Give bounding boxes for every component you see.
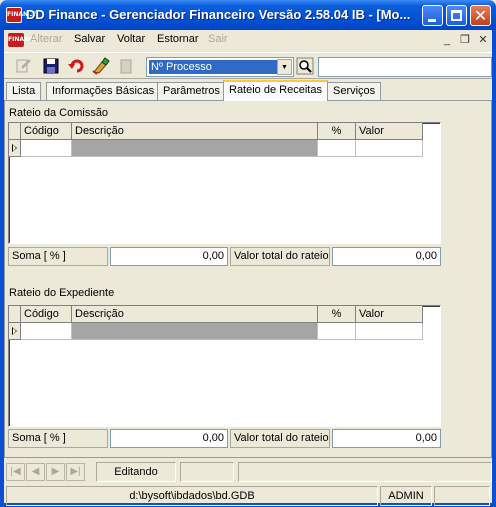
status-user: ADMIN xyxy=(380,486,432,506)
app-icon[interactable]: FINANCE xyxy=(6,7,37,23)
tab-informacoes-basicas[interactable]: Informações Básicas xyxy=(46,82,161,100)
navigator-bar: |◀ ◀ ▶ ▶| Editando xyxy=(4,460,492,484)
status-cell-empty-2 xyxy=(238,462,492,482)
window-frame-right xyxy=(492,30,496,507)
cell-valor[interactable] xyxy=(356,140,423,157)
minimize-icon xyxy=(428,19,436,22)
mdi-restore-icon[interactable]: ❐ xyxy=(458,33,472,47)
row-indicator[interactable] xyxy=(9,140,21,157)
comissao-total-label: Valor total do rateio xyxy=(230,247,330,266)
column-header-descricao[interactable]: Descrição xyxy=(72,123,318,140)
close-icon: ✕ xyxy=(473,6,488,25)
undo-icon[interactable] xyxy=(68,57,86,75)
row-indicator[interactable] xyxy=(9,323,21,340)
menu-sair[interactable]: Sair xyxy=(208,33,228,45)
chevron-down-icon[interactable]: ▼ xyxy=(277,59,292,75)
first-record-icon[interactable]: |◀ xyxy=(6,463,25,481)
status-cell-empty-3 xyxy=(434,486,490,506)
last-record-icon[interactable]: ▶| xyxy=(66,463,85,481)
tab-parametros[interactable]: Parâmetros xyxy=(157,82,226,100)
row-pointer-icon xyxy=(12,144,17,152)
expediente-title: Rateio do Expediente xyxy=(9,287,115,299)
tab-lista[interactable]: Lista xyxy=(6,82,42,100)
expediente-total-label: Valor total do rateio xyxy=(230,429,330,448)
edit-icon[interactable] xyxy=(14,57,32,75)
process-select-value: Nº Processo xyxy=(149,60,277,74)
expediente-total-field[interactable]: 0,00 xyxy=(332,429,441,448)
cell-valor[interactable] xyxy=(356,323,423,340)
expediente-soma-field[interactable]: 0,00 xyxy=(110,429,228,448)
mdi-close-icon[interactable]: ✕ xyxy=(476,33,490,47)
next-record-icon[interactable]: ▶ xyxy=(46,463,65,481)
comissao-soma-field[interactable]: 0,00 xyxy=(110,247,228,266)
grid-corner xyxy=(9,306,21,323)
search-input[interactable] xyxy=(318,57,492,77)
cell-codigo[interactable] xyxy=(21,140,72,157)
save-icon[interactable] xyxy=(42,57,60,75)
close-button[interactable]: ✕ xyxy=(470,5,491,26)
menu-estornar[interactable]: Estornar xyxy=(157,33,199,45)
mdi-minimize-icon[interactable]: _ xyxy=(440,33,454,47)
column-header-valor[interactable]: Valor xyxy=(356,123,423,140)
delete-icon[interactable] xyxy=(117,57,135,75)
comissao-soma-label: Soma [ % ] xyxy=(8,247,108,266)
column-header-percent[interactable]: % xyxy=(318,306,356,323)
menu-salvar[interactable]: Salvar xyxy=(74,33,105,45)
tab-rateio-de-receitas[interactable]: Rateio de Receitas xyxy=(223,80,328,101)
column-header-percent[interactable]: % xyxy=(318,123,356,140)
status-path: d:\bysoft\ibdados\bd.GDB xyxy=(6,486,378,506)
comissao-grid[interactable]: Código Descrição % Valor xyxy=(8,122,441,244)
menu-bar: FINANCE Alterar Salvar Voltar Estornar S… xyxy=(4,30,492,50)
tab-servicos[interactable]: Serviços xyxy=(327,82,382,100)
row-pointer-icon xyxy=(12,327,17,335)
status-cell-empty xyxy=(180,462,234,482)
cell-percent[interactable] xyxy=(318,323,356,340)
document-icon[interactable]: FINANCE xyxy=(8,33,38,47)
expediente-soma-label: Soma [ % ] xyxy=(8,429,108,448)
column-header-valor[interactable]: Valor xyxy=(356,306,423,323)
menu-voltar[interactable]: Voltar xyxy=(117,33,145,45)
maximize-button[interactable] xyxy=(446,5,467,26)
prior-record-icon[interactable]: ◀ xyxy=(26,463,45,481)
cell-codigo[interactable] xyxy=(21,323,72,340)
grid-corner xyxy=(9,123,21,140)
cell-percent[interactable] xyxy=(318,140,356,157)
toolbar: Nº Processo ▼ xyxy=(4,52,492,79)
comissao-title: Rateio da Comissão xyxy=(9,107,109,119)
title-bar[interactable]: FINANCE DD Finance - Gerenciador Finance… xyxy=(0,0,496,30)
column-header-descricao[interactable]: Descrição xyxy=(72,306,318,323)
maximize-icon xyxy=(451,10,462,21)
expediente-grid[interactable]: Código Descrição % Valor xyxy=(8,305,441,427)
column-header-codigo[interactable]: Código xyxy=(21,306,72,323)
process-select[interactable]: Nº Processo ▼ xyxy=(146,57,294,77)
comissao-total-field[interactable]: 0,00 xyxy=(332,247,441,266)
eraser-icon[interactable] xyxy=(92,57,110,75)
column-header-codigo[interactable]: Código xyxy=(21,123,72,140)
window-title: DD Finance - Gerenciador Financeiro Vers… xyxy=(26,7,411,22)
status-mode: Editando xyxy=(96,462,176,482)
search-icon[interactable] xyxy=(296,57,314,75)
menu-alterar[interactable]: Alterar xyxy=(30,33,62,45)
minimize-button[interactable] xyxy=(422,5,443,26)
cell-descricao[interactable] xyxy=(72,140,318,157)
cell-descricao[interactable] xyxy=(72,323,318,340)
